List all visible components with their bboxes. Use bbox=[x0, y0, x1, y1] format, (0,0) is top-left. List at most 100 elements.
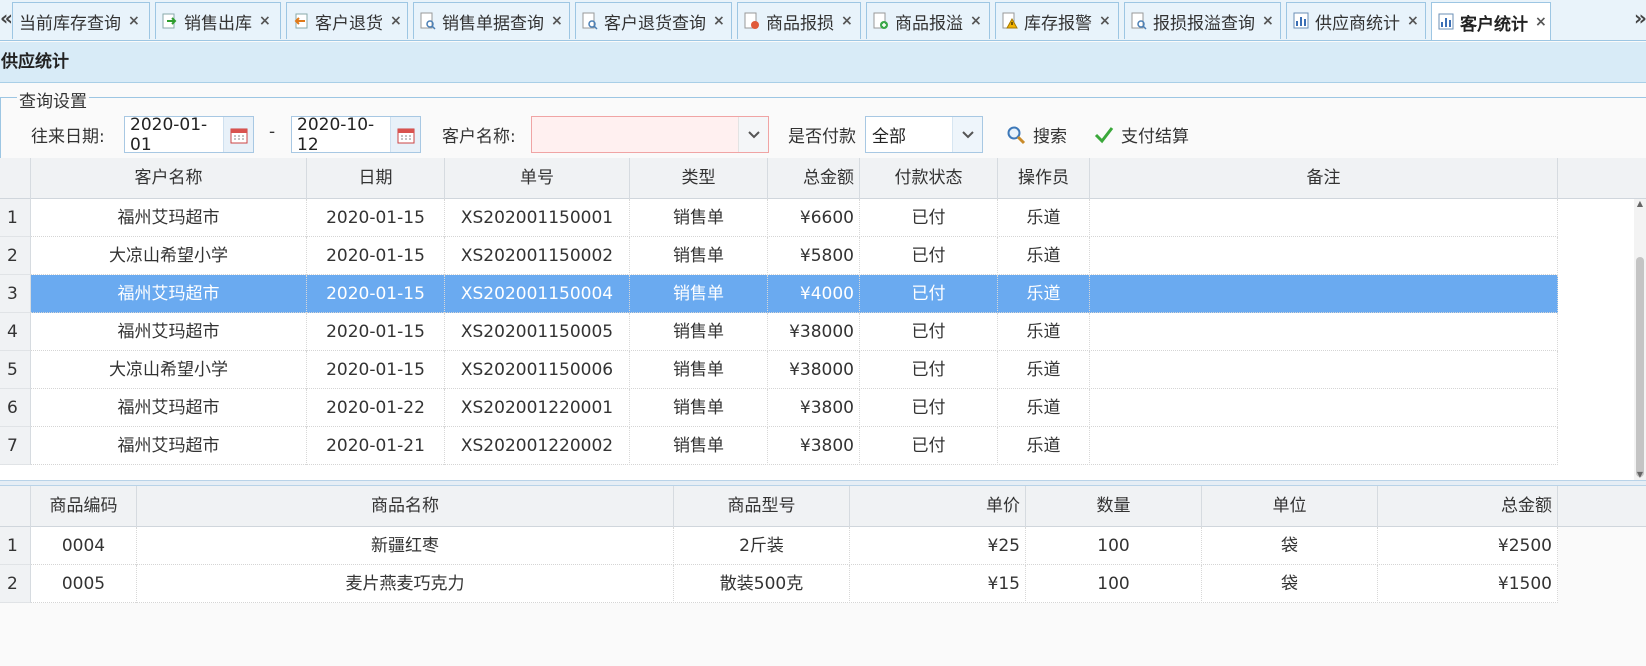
tab-close-icon[interactable]: × bbox=[1407, 13, 1419, 29]
tab-supplier-stats[interactable]: 供应商统计 × bbox=[1286, 2, 1426, 39]
tab-current-stock-query[interactable]: 当前库存查询 × bbox=[12, 2, 150, 39]
date-to-field[interactable]: 2020-10-12 bbox=[291, 115, 421, 155]
date-separator: - bbox=[269, 122, 276, 142]
date-from-field[interactable]: 2020-01-01 bbox=[124, 115, 254, 155]
tab-customer-stats[interactable]: 客户统计 × bbox=[1431, 2, 1551, 40]
cell-customer: 福州艾玛超市 bbox=[31, 199, 307, 237]
cell-quantity: 100 bbox=[1026, 527, 1202, 565]
table-row[interactable]: 5 大凉山希望小学 2020-01-15 XS202001150006 销售单 ¥3800… bbox=[0, 351, 1558, 389]
cell-date: 2020-01-22 bbox=[307, 389, 445, 427]
search-button[interactable]: 搜索 bbox=[1006, 116, 1067, 153]
tab-close-icon[interactable]: × bbox=[970, 13, 982, 29]
cell-payment-status: 已付 bbox=[860, 427, 998, 465]
tab-close-icon[interactable]: × bbox=[390, 13, 402, 29]
tab-sales-outbound[interactable]: 销售出库 × bbox=[155, 2, 281, 39]
tab-close-icon[interactable]: × bbox=[841, 13, 853, 29]
calendar-icon[interactable] bbox=[223, 117, 253, 152]
column-header-unit[interactable]: 单位 bbox=[1202, 486, 1378, 527]
cell-order-no: XS202001150001 bbox=[445, 199, 630, 237]
row-number: 5 bbox=[0, 351, 31, 389]
customer-name-combobox[interactable] bbox=[531, 116, 769, 153]
table-row[interactable]: 1 0004 新疆红枣 2斤装 ¥25 100 袋 ¥2500 bbox=[0, 527, 1558, 565]
row-number: 2 bbox=[0, 565, 31, 603]
column-header-operator[interactable]: 操作员 bbox=[998, 158, 1090, 199]
cell-unit-price: ¥25 bbox=[850, 527, 1026, 565]
cell-payment-status: 已付 bbox=[860, 275, 998, 313]
column-header-quantity[interactable]: 数量 bbox=[1026, 486, 1202, 527]
tab-close-icon[interactable]: × bbox=[1099, 13, 1111, 29]
column-header-line-total[interactable]: 总金额 bbox=[1378, 486, 1558, 527]
column-header-order-no[interactable]: 单号 bbox=[445, 158, 630, 199]
table-row[interactable]: 6 福州艾玛超市 2020-01-22 XS202001220001 销售单 ¥3800 已… bbox=[0, 389, 1558, 427]
tab-customer-return-query[interactable]: 客户退货查询 × bbox=[575, 2, 732, 39]
cell-type: 销售单 bbox=[630, 199, 768, 237]
tab-close-icon[interactable]: × bbox=[713, 13, 725, 29]
column-header-product-name[interactable]: 商品名称 bbox=[137, 486, 674, 527]
scrollbar-thumb[interactable] bbox=[1636, 257, 1644, 477]
tab-close-icon[interactable]: × bbox=[128, 13, 140, 29]
cell-type: 销售单 bbox=[630, 313, 768, 351]
paid-status-select[interactable]: 全部 bbox=[865, 116, 983, 153]
cell-total-amount: ¥4000 bbox=[768, 275, 860, 313]
tab-label: 商品报损 bbox=[766, 13, 834, 34]
vertical-scrollbar[interactable]: ▲ ▼ bbox=[1634, 199, 1646, 480]
tab-scroll-left-button[interactable]: « bbox=[0, 0, 13, 40]
column-header-customer[interactable]: 客户名称 bbox=[31, 158, 307, 199]
cell-product-model: 2斤装 bbox=[674, 527, 850, 565]
chevron-down-icon[interactable] bbox=[952, 117, 982, 152]
cell-total-amount: ¥3800 bbox=[768, 427, 860, 465]
cell-product-code: 0004 bbox=[31, 527, 137, 565]
column-header-total-amount[interactable]: 总金额 bbox=[768, 158, 860, 199]
tab-damage-overflow-query[interactable]: 报损报溢查询 × bbox=[1124, 2, 1281, 39]
table-row[interactable]: 3 福州艾玛超市 2020-01-15 XS202001150004 销售单 ¥4000 已… bbox=[0, 275, 1558, 313]
scroll-down-icon[interactable]: ▼ bbox=[1634, 470, 1646, 480]
tab-label: 客户退货 bbox=[315, 13, 383, 34]
cell-order-no: XS202001150004 bbox=[445, 275, 630, 313]
table-row[interactable]: 4 福州艾玛超市 2020-01-15 XS202001150005 销售单 ¥38000… bbox=[0, 313, 1558, 351]
cell-product-code: 0005 bbox=[31, 565, 137, 603]
table-row[interactable]: 1 福州艾玛超市 2020-01-15 XS202001150001 销售单 ¥6600 已… bbox=[0, 199, 1558, 237]
cell-unit-price: ¥15 bbox=[850, 565, 1026, 603]
detail-grid-header: 商品编码 商品名称 商品型号 单价 数量 单位 总金额 bbox=[0, 486, 1646, 527]
tab-close-icon[interactable]: × bbox=[1262, 13, 1274, 29]
order-detail-grid: 商品编码 商品名称 商品型号 单价 数量 单位 总金额 1 0004 新疆红枣 2斤装… bbox=[0, 486, 1646, 666]
cell-line-total: ¥2500 bbox=[1378, 527, 1558, 565]
column-header-unit-price[interactable]: 单价 bbox=[850, 486, 1026, 527]
cell-product-name: 麦片燕麦巧克力 bbox=[137, 565, 674, 603]
table-row[interactable]: 2 大凉山希望小学 2020-01-15 XS202001150002 销售单 ¥5800… bbox=[0, 237, 1558, 275]
cell-type: 销售单 bbox=[630, 237, 768, 275]
column-header-type[interactable]: 类型 bbox=[630, 158, 768, 199]
calendar-icon[interactable] bbox=[390, 117, 420, 152]
tab-close-icon[interactable]: × bbox=[259, 13, 271, 29]
tab-scroll-right-button[interactable]: » bbox=[1634, 0, 1646, 40]
search-doc-icon bbox=[420, 12, 436, 30]
tab-sales-doc-query[interactable]: 销售单据查询 × bbox=[413, 2, 570, 39]
search-button-label: 搜索 bbox=[1033, 127, 1067, 147]
cell-operator: 乐道 bbox=[998, 351, 1090, 389]
cell-payment-status: 已付 bbox=[860, 313, 998, 351]
tab-product-overflow[interactable]: 商品报溢 × bbox=[866, 2, 990, 39]
cell-note bbox=[1090, 275, 1558, 313]
column-header-payment-status[interactable]: 付款状态 bbox=[860, 158, 998, 199]
search-icon bbox=[1007, 126, 1026, 144]
column-header-note[interactable]: 备注 bbox=[1090, 158, 1558, 199]
tab-close-icon[interactable]: × bbox=[551, 13, 563, 29]
scroll-up-icon[interactable]: ▲ bbox=[1634, 199, 1646, 209]
tab-stock-warning[interactable]: 库存报警 × bbox=[995, 2, 1119, 39]
chevron-down-icon[interactable] bbox=[738, 117, 768, 152]
table-row[interactable]: 2 0005 麦片燕麦巧克力 散装500克 ¥15 100 袋 ¥1500 bbox=[0, 565, 1558, 603]
cell-total-amount: ¥6600 bbox=[768, 199, 860, 237]
tab-product-damage[interactable]: 商品报损 × bbox=[737, 2, 861, 39]
column-header-date[interactable]: 日期 bbox=[307, 158, 445, 199]
row-number: 6 bbox=[0, 389, 31, 427]
tab-customer-return[interactable]: 客户退货 × bbox=[286, 2, 408, 39]
payment-settle-button[interactable]: 支付结算 bbox=[1094, 116, 1189, 153]
cell-type: 销售单 bbox=[630, 427, 768, 465]
warning-icon bbox=[1002, 12, 1018, 29]
column-header-product-model[interactable]: 商品型号 bbox=[674, 486, 850, 527]
table-row[interactable]: 7 福州艾玛超市 2020-01-21 XS202001220002 销售单 ¥3800 已… bbox=[0, 427, 1558, 465]
tab-close-icon[interactable]: × bbox=[1535, 14, 1547, 30]
cell-payment-status: 已付 bbox=[860, 351, 998, 389]
cell-order-no: XS202001150005 bbox=[445, 313, 630, 351]
column-header-product-code[interactable]: 商品编码 bbox=[31, 486, 137, 527]
